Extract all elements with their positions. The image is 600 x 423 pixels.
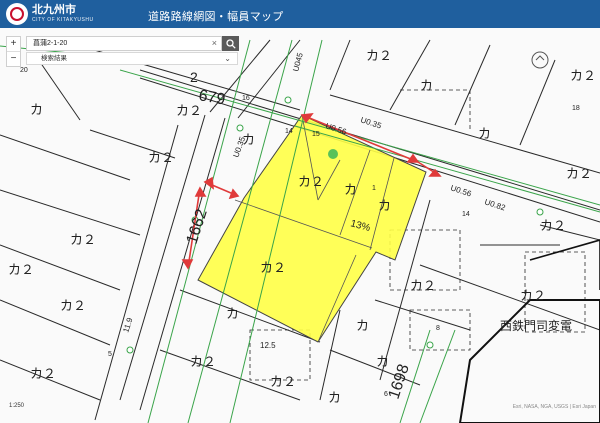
zone-label: カ (30, 102, 43, 117)
search-icon (225, 38, 236, 49)
city-name: 北九州市 (32, 4, 76, 16)
plan-label: U0.82 (483, 197, 507, 212)
chevron-down-icon: ⌄ (224, 54, 231, 63)
zone-label: カ２ (60, 298, 86, 313)
cadastral-plan: 2 679 16 14 U045 U0.35 U0.56 U0.35 U0.56… (0, 39, 600, 423)
plan-label: 12.5 (260, 341, 276, 350)
plan-label: 18 (572, 105, 580, 112)
zone-label: カ２ (176, 103, 202, 118)
plan-label: U0.56 (449, 183, 473, 198)
map-scale: 1:250 (9, 403, 25, 409)
plan-label: 1662 (184, 207, 211, 246)
plan-label: 15 (312, 131, 320, 138)
zone-label: カ２ (270, 374, 296, 389)
plan-label: 14 (285, 128, 293, 135)
zone-label: カ２ (520, 288, 546, 303)
plan-label: 6 (384, 391, 388, 398)
search-button[interactable] (222, 36, 239, 51)
zone-label: カ (344, 182, 357, 197)
search-value: 菖蒲2-1-20 (33, 40, 68, 47)
city-logo[interactable] (6, 3, 28, 25)
zoom-out-button[interactable]: − (7, 52, 20, 66)
zone-label: カ (478, 126, 491, 141)
zone-label: カ (328, 390, 341, 405)
city-name-romaji: CITY OF KITAKYUSHU (32, 17, 94, 23)
zone-label: カ２ (30, 366, 56, 381)
map-attribution: Esri, NASA, NGA, USGS | Esri Japan (512, 404, 596, 410)
zone-label: カ２ (148, 150, 174, 165)
plan-label: U045 (291, 51, 305, 72)
zone-label: カ２ (260, 260, 286, 275)
plan-label: 14 (462, 211, 470, 218)
zoom-control: + − (6, 36, 21, 67)
zone-label: カ２ (8, 262, 34, 277)
app-header: 北九州市 CITY OF KITAKYUSHU 道路路線網図・幅員マップ (0, 0, 600, 28)
zone-label: カ (420, 78, 433, 93)
zone-label: カ２ (566, 166, 592, 181)
search-results-label: 検索結果 (41, 55, 67, 62)
plan-label: U0.35 (359, 115, 383, 130)
plan-label: 5 (108, 351, 112, 358)
location-point (328, 149, 338, 159)
zone-label: カ (226, 306, 239, 321)
zone-label: カ２ (366, 48, 392, 63)
zone-label: カ２ (298, 174, 324, 189)
plan-label: 16 (242, 95, 250, 102)
zone-label: カ (378, 198, 391, 213)
plan-label: 8 (436, 325, 440, 332)
plan-label: 1 (372, 185, 376, 192)
zone-label: カ２ (410, 278, 436, 293)
map-canvas[interactable]: 2 679 16 14 U045 U0.35 U0.56 U0.35 U0.56… (0, 28, 600, 423)
plan-label: 2 (190, 69, 198, 85)
plan-label: 西鉄門司変電 (500, 318, 572, 333)
address-search-input[interactable]: 菖蒲2-1-20 × (26, 36, 222, 51)
clear-icon[interactable]: × (212, 37, 217, 50)
zone-label: カ (356, 318, 369, 333)
search-results-toggle[interactable]: 検索結果 ⌄ (26, 52, 238, 65)
zone-label: カ２ (190, 354, 216, 369)
plan-label: 20 (20, 67, 28, 74)
zone-label: カ２ (70, 232, 96, 247)
zone-label: カ (242, 132, 255, 147)
zone-label: カ (376, 354, 389, 369)
zoom-in-button[interactable]: + (7, 37, 20, 52)
page-title: 道路路線網図・幅員マップ (148, 11, 284, 23)
zone-label: カ２ (540, 218, 566, 233)
zone-label: カ２ (570, 68, 596, 83)
